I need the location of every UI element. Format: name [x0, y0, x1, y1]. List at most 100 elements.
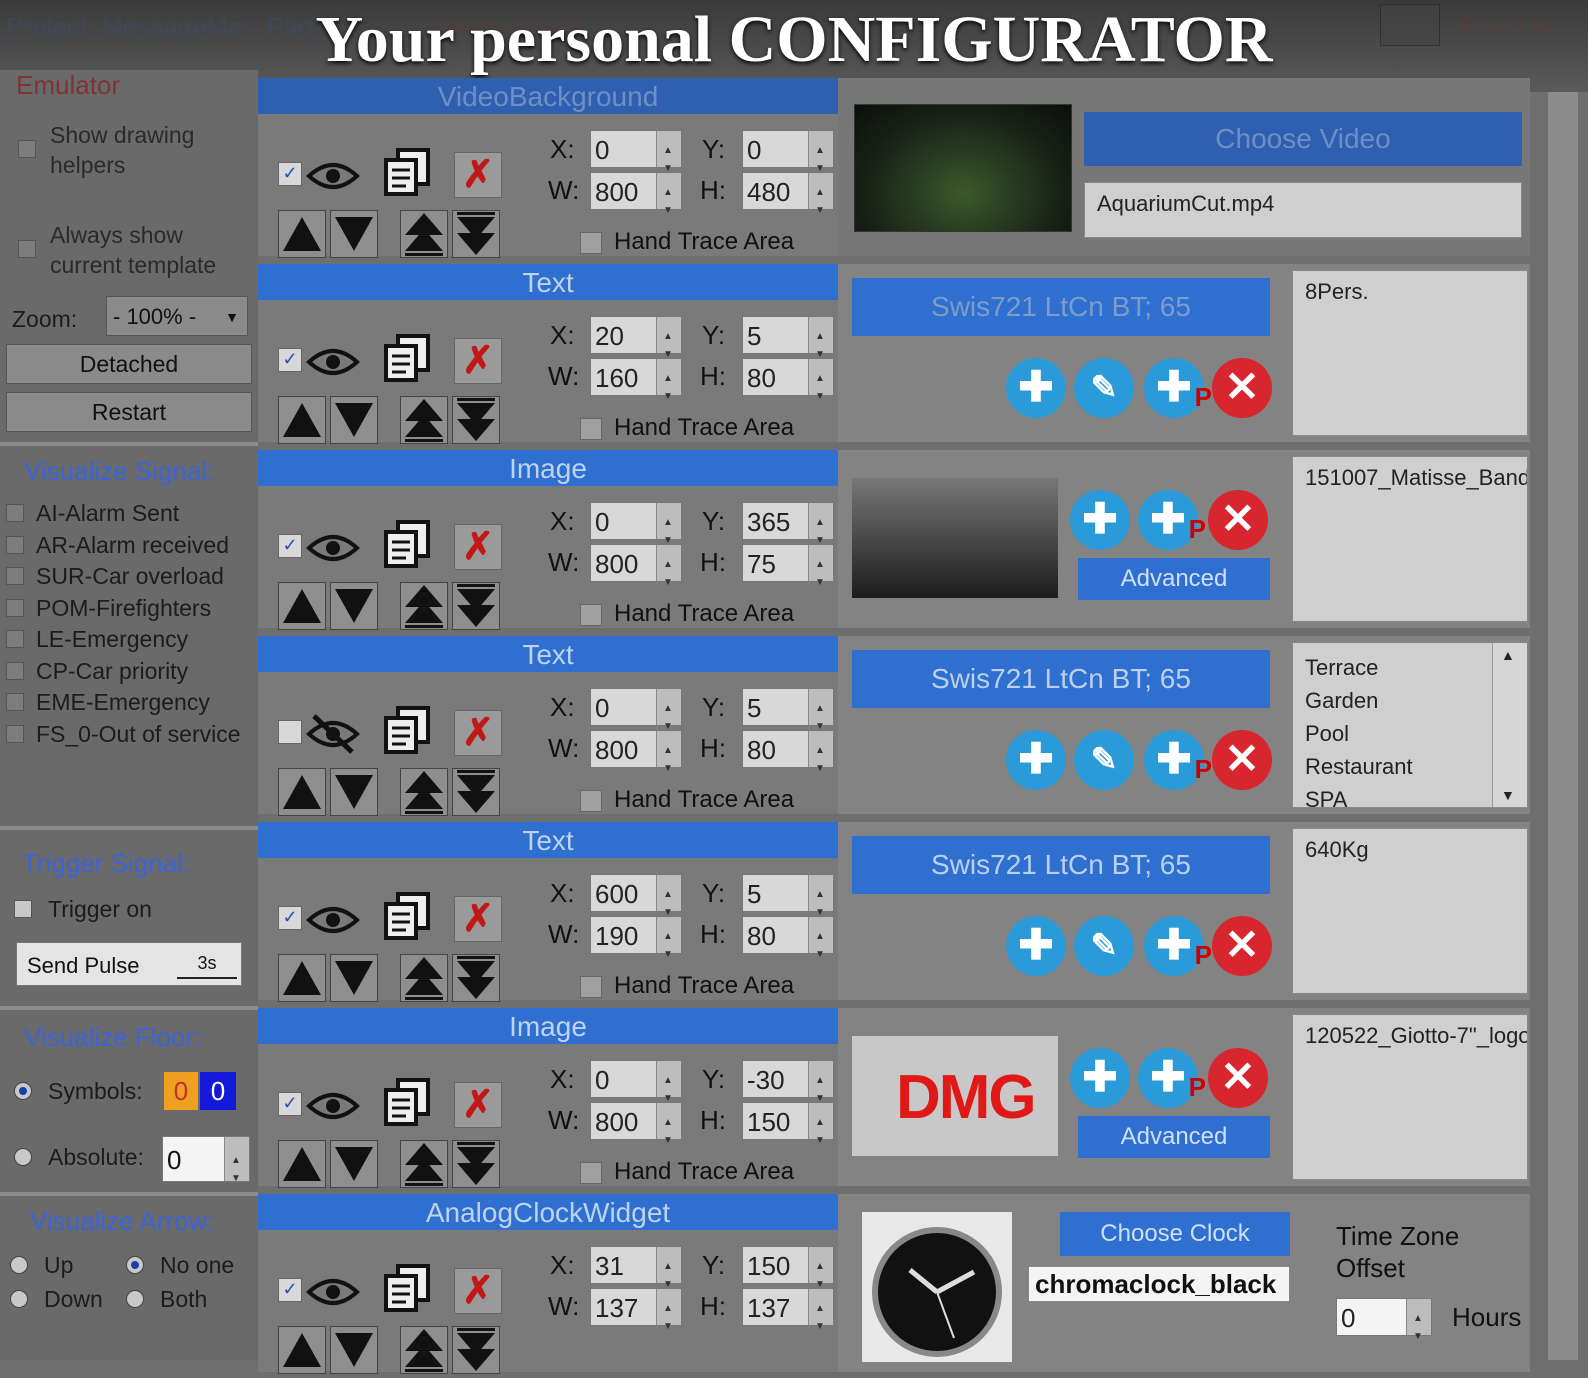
move-bottom-button[interactable] [452, 954, 500, 1002]
w-field[interactable]: 160 [590, 358, 682, 416]
spinner-icon[interactable] [808, 875, 833, 932]
hand-trace-checkbox[interactable] [580, 604, 602, 626]
advanced-button[interactable]: Advanced [1078, 1116, 1270, 1158]
spinner-icon[interactable] [808, 503, 833, 560]
y-field[interactable]: 150 [742, 1246, 834, 1304]
delete-icon[interactable]: ✕ [1212, 916, 1272, 976]
spinner-icon[interactable] [808, 131, 833, 188]
delete-layer-icon[interactable]: ✗ [454, 896, 502, 942]
eye-icon[interactable] [306, 340, 360, 389]
copy-icon[interactable] [382, 892, 434, 945]
eye-icon[interactable] [306, 154, 360, 203]
move-bottom-button[interactable] [452, 582, 500, 630]
x-field[interactable]: 20 [590, 316, 682, 374]
image-file-field[interactable]: 120522_Giotto-7"_logo_ [1292, 1014, 1528, 1180]
move-down-button[interactable] [330, 768, 378, 816]
move-up-button[interactable] [278, 210, 326, 258]
y-field[interactable]: 0 [742, 130, 834, 188]
move-bottom-button[interactable] [452, 768, 500, 816]
delete-layer-icon[interactable]: ✗ [454, 1268, 502, 1314]
copy-icon[interactable] [382, 1264, 434, 1317]
symbols-radio[interactable] [14, 1082, 32, 1100]
move-top-button[interactable] [400, 396, 448, 444]
spinner-icon[interactable] [808, 545, 833, 602]
add-icon[interactable]: ✚ [1070, 490, 1130, 550]
spinner-icon[interactable] [808, 1247, 833, 1304]
eye-icon[interactable] [306, 1270, 360, 1319]
h-field[interactable]: 80 [742, 358, 834, 416]
add-p-icon[interactable]: ✚ P [1144, 358, 1212, 418]
move-top-button[interactable] [400, 768, 448, 816]
x-field[interactable]: 0 [590, 1060, 682, 1118]
add-icon[interactable]: ✚ [1006, 916, 1066, 976]
copy-icon[interactable] [382, 706, 434, 759]
arrow-up-radio[interactable] [10, 1256, 28, 1274]
spinner-icon[interactable] [808, 173, 833, 230]
copy-icon[interactable] [382, 1078, 434, 1131]
x-field[interactable]: 600 [590, 874, 682, 932]
move-top-button[interactable] [400, 210, 448, 258]
delete-layer-icon[interactable]: ✗ [454, 152, 502, 198]
delete-layer-icon[interactable]: ✗ [454, 524, 502, 570]
enabled-checkbox[interactable]: ✓ [278, 1092, 302, 1116]
hand-trace-checkbox[interactable] [580, 976, 602, 998]
hand-trace-checkbox[interactable] [580, 418, 602, 440]
y-field[interactable]: -30 [742, 1060, 834, 1118]
choose-clock-button[interactable]: Choose Clock [1060, 1212, 1290, 1256]
spinner-icon[interactable] [224, 1137, 249, 1202]
spinner-icon[interactable] [656, 1103, 681, 1160]
add-icon[interactable]: ✚ [1070, 1048, 1130, 1108]
w-field[interactable]: 800 [590, 730, 682, 788]
vertical-scrollbar[interactable] [1548, 92, 1578, 1360]
signal-checkbox[interactable] [6, 662, 24, 680]
spinner-icon[interactable] [808, 731, 833, 788]
add-p-icon[interactable]: ✚ P [1138, 1048, 1206, 1108]
signal-checkbox[interactable] [6, 725, 24, 743]
enabled-checkbox[interactable]: ✓ [278, 906, 302, 930]
add-p-icon[interactable]: ✚ P [1138, 490, 1206, 550]
move-top-button[interactable] [400, 1140, 448, 1188]
move-bottom-button[interactable] [452, 1140, 500, 1188]
copy-icon[interactable] [382, 334, 434, 387]
drawing-helpers-checkbox[interactable] [18, 140, 36, 158]
spinner-icon[interactable] [656, 359, 681, 416]
advanced-button[interactable]: Advanced [1078, 558, 1270, 600]
x-field[interactable]: 0 [590, 502, 682, 560]
spinner-icon[interactable] [808, 917, 833, 974]
spinner-icon[interactable] [808, 1103, 833, 1160]
spinner-icon[interactable] [656, 875, 681, 932]
symbol-b-input[interactable]: 0 [200, 1072, 236, 1110]
arrow-none-radio[interactable] [126, 1256, 144, 1274]
arrow-down-radio[interactable] [10, 1290, 28, 1308]
enabled-checkbox[interactable]: ✓ [278, 162, 302, 186]
hand-trace-checkbox[interactable] [580, 232, 602, 254]
delete-layer-icon[interactable]: ✗ [454, 338, 502, 384]
delete-layer-icon[interactable]: ✗ [454, 1082, 502, 1128]
spinner-icon[interactable] [656, 545, 681, 602]
x-field[interactable]: 0 [590, 130, 682, 188]
w-field[interactable]: 137 [590, 1288, 682, 1346]
y-field[interactable]: 5 [742, 688, 834, 746]
zoom-select[interactable]: - 100% - ▼ [106, 296, 248, 336]
send-pulse-button[interactable]: Send Pulse 3s [16, 942, 242, 986]
chevron-up-icon[interactable]: ▲ [1501, 647, 1515, 663]
move-down-button[interactable] [330, 210, 378, 258]
spinner-icon[interactable] [808, 1061, 833, 1118]
arrow-both-radio[interactable] [126, 1290, 144, 1308]
move-down-button[interactable] [330, 954, 378, 1002]
add-icon[interactable]: ✚ [1006, 730, 1066, 790]
delete-icon[interactable]: ✕ [1212, 730, 1272, 790]
spinner-icon[interactable] [656, 1289, 681, 1346]
copy-icon[interactable] [382, 520, 434, 573]
font-button[interactable]: Swis721 LtCn BT; 65 [852, 650, 1270, 708]
font-button[interactable]: Swis721 LtCn BT; 65 [852, 836, 1270, 894]
restart-button[interactable]: Restart [6, 392, 252, 432]
symbol-a-input[interactable]: 0 [164, 1072, 198, 1110]
font-button[interactable]: Swis721 LtCn BT; 65 [852, 278, 1270, 336]
chevron-down-icon[interactable]: ▼ [1501, 787, 1515, 803]
hand-trace-checkbox[interactable] [580, 1162, 602, 1184]
move-top-button[interactable] [400, 582, 448, 630]
move-down-button[interactable] [330, 582, 378, 630]
edit-icon[interactable]: ✎ [1074, 916, 1134, 976]
spinner-icon[interactable] [656, 131, 681, 188]
